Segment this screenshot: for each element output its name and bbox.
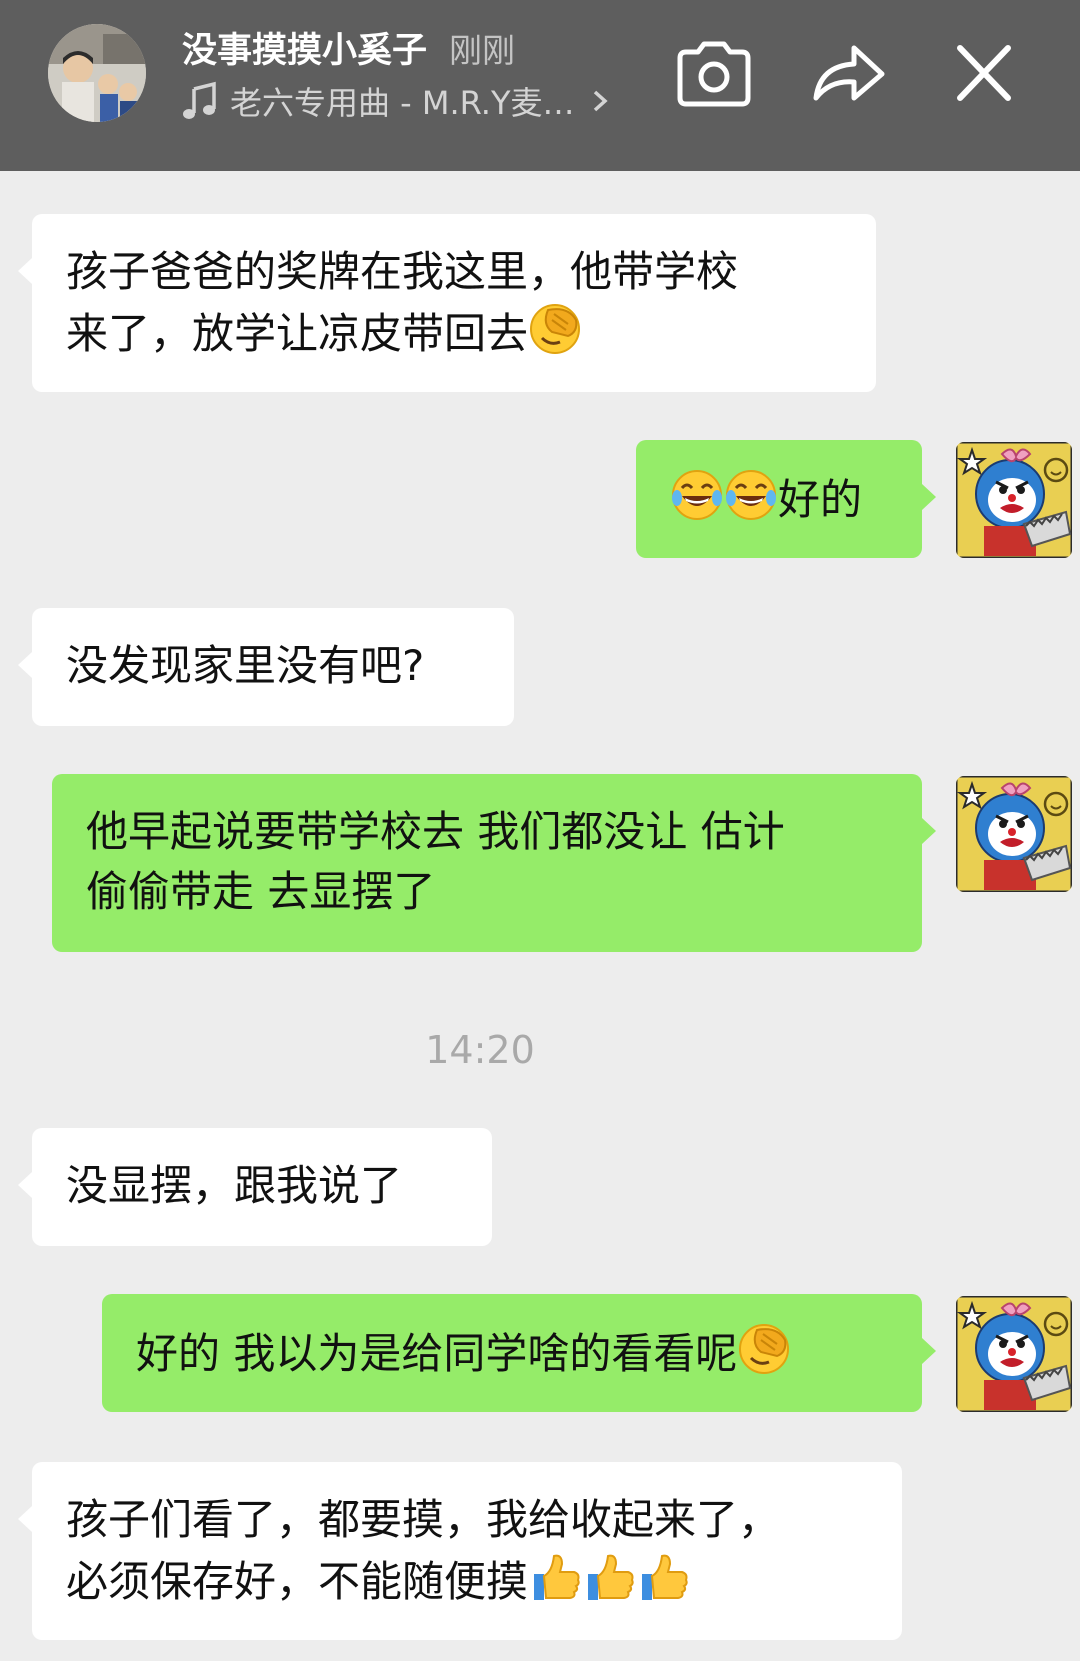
doraemon-avatar-icon xyxy=(956,442,1072,558)
thumbs-up-emoji xyxy=(582,1550,636,1604)
close-icon xyxy=(957,45,1011,101)
tears-of-joy-emoji xyxy=(670,468,724,522)
my-avatar[interactable] xyxy=(956,776,1072,892)
bubble-tail xyxy=(18,258,32,284)
share-icon xyxy=(813,45,885,101)
message-text-line: 没发现家里没有吧? xyxy=(66,641,425,690)
tears-of-joy-emoji xyxy=(724,468,778,522)
doraemon-avatar-icon xyxy=(956,1296,1072,1412)
now-playing-status[interactable]: 老六专用曲 - M.R.Y麦… xyxy=(182,78,611,124)
camera-icon xyxy=(677,41,751,107)
message-text-line: 偷偷带走 去显摆了 xyxy=(86,867,436,916)
facepalm-emoji xyxy=(737,1322,791,1376)
bubble-tail xyxy=(18,652,32,678)
facepalm-emoji xyxy=(528,302,582,356)
message-bubble[interactable]: 好的 我以为是给同学啥的看看呢 xyxy=(102,1294,922,1412)
my-avatar[interactable] xyxy=(956,1296,1072,1412)
message-text-line: 必须保存好，不能随便摸 xyxy=(66,1557,529,1606)
bubble-tail xyxy=(922,484,936,510)
message-text-line: 来了，放学让凉皮带回去 xyxy=(66,309,529,358)
chat-header: 没事摸摸小奚子 刚刚 老六专用曲 - M.R.Y麦… xyxy=(0,0,1080,171)
contact-avatar[interactable] xyxy=(48,24,146,122)
message-bubble[interactable]: 好的 xyxy=(636,440,922,558)
message-text-line: 孩子们看了，都要摸，我给收起来了， xyxy=(66,1495,781,1544)
thumbs-up-emoji xyxy=(528,1550,582,1604)
bubble-tail xyxy=(18,1172,32,1198)
bubble-tail xyxy=(922,818,936,844)
message-text-line: 他早起说要带学校去 我们都没让 估计 xyxy=(86,807,785,856)
online-status: 刚刚 xyxy=(449,31,516,70)
message-bubble[interactable]: 没显摆，跟我说了 xyxy=(32,1128,492,1246)
message-text-line: 好的 xyxy=(778,475,863,524)
chat-timestamp: 14:20 xyxy=(425,1028,535,1072)
doraemon-avatar-icon xyxy=(956,776,1072,892)
message-text-line: 孩子爸爸的奖牌在我这里，他带学校 xyxy=(66,247,739,296)
chevron-right-icon xyxy=(593,90,608,112)
message-bubble[interactable]: 孩子们看了，都要摸，我给收起来了， 必须保存好，不能随便摸 xyxy=(32,1462,902,1640)
my-avatar[interactable] xyxy=(956,442,1072,558)
close-button[interactable] xyxy=(942,36,1026,112)
bubble-tail xyxy=(922,1338,936,1364)
thumbs-up-emoji xyxy=(636,1550,690,1604)
bubble-tail xyxy=(18,1506,32,1532)
camera-button[interactable] xyxy=(672,36,756,112)
contact-name[interactable]: 没事摸摸小奚子 xyxy=(182,22,427,73)
now-playing-title: 老六专用曲 - M.R.Y麦… xyxy=(230,84,575,122)
share-button[interactable] xyxy=(806,36,890,112)
message-bubble[interactable]: 孩子爸爸的奖牌在我这里，他带学校 来了，放学让凉皮带回去 xyxy=(32,214,876,392)
music-note-icon xyxy=(183,81,216,119)
message-text-line: 没显摆，跟我说了 xyxy=(66,1161,403,1210)
message-bubble[interactable]: 没发现家里没有吧? xyxy=(32,608,514,726)
message-text-line: 好的 我以为是给同学啥的看看呢 xyxy=(136,1329,738,1378)
message-bubble[interactable]: 他早起说要带学校去 我们都没让 估计 偷偷带走 去显摆了 xyxy=(52,774,922,952)
